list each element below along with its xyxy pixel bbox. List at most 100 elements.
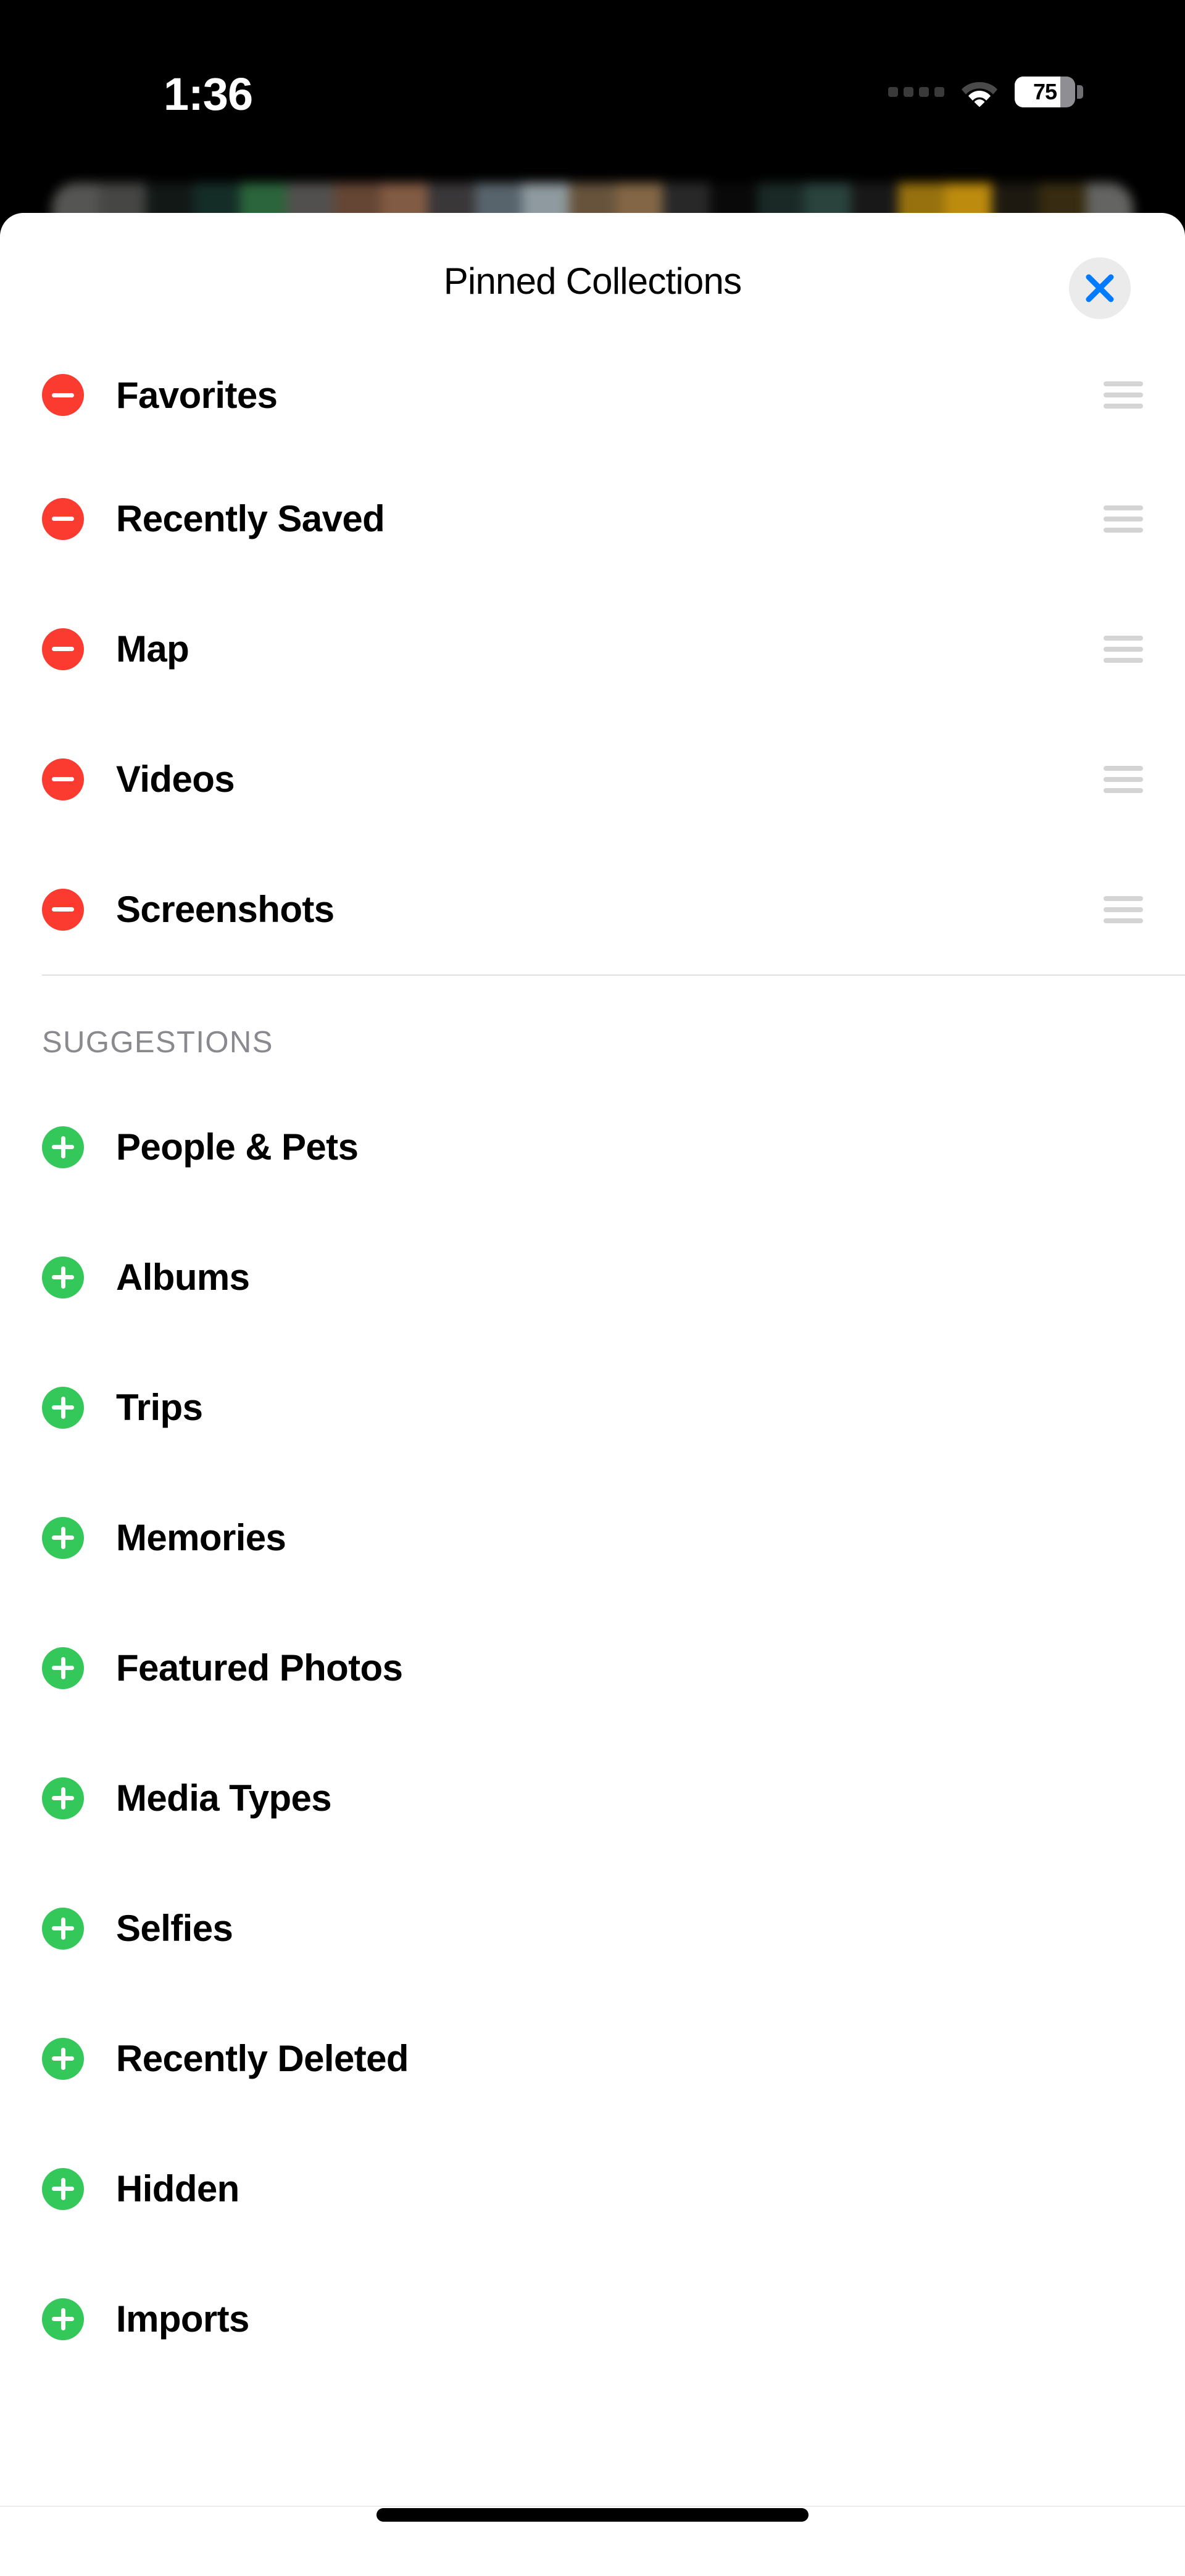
phone-screen: 1:36 75 Pinned Collections Favorites Rec… (0, 0, 1185, 2576)
plus-circle-icon[interactable] (42, 1516, 84, 1559)
minus-circle-icon[interactable] (42, 758, 84, 800)
list-item-label: Videos (116, 758, 235, 800)
icon-bar-vertical (60, 2308, 65, 2330)
list-item[interactable]: Selfies (0, 1863, 1185, 1993)
sheet-header: Pinned Collections (0, 213, 1185, 336)
bottom-divider (0, 2506, 1185, 2507)
icon-bar-vertical (60, 1266, 65, 1289)
list-item-label: Albums (116, 1257, 250, 1298)
drag-handle-line (1104, 393, 1143, 397)
plus-circle-icon[interactable] (42, 2037, 84, 2080)
page-title: Pinned Collections (443, 260, 742, 302)
drag-handle-line (1104, 907, 1143, 912)
list-item-label: Trips (116, 1387, 203, 1428)
list-item-label: Recently Deleted (116, 2038, 409, 2079)
list-item-label: Memories (116, 1517, 286, 1558)
battery-percent-label: 75 (1033, 79, 1057, 104)
list-item[interactable]: Albums (0, 1212, 1185, 1342)
list-item-label: People & Pets (116, 1126, 359, 1168)
plus-circle-icon[interactable] (42, 1647, 84, 1689)
icon-bar-vertical (60, 2177, 65, 2200)
pinned-collections-sheet: Pinned Collections Favorites Recently Sav… (0, 213, 1185, 2576)
list-item-label: Favorites (116, 374, 278, 416)
icon-bar-horizontal (52, 517, 74, 521)
plus-circle-icon[interactable] (42, 1386, 84, 1429)
list-item[interactable]: Favorites (0, 336, 1185, 454)
plus-circle-icon[interactable] (42, 2298, 84, 2340)
list-item[interactable]: Media Types (0, 1733, 1185, 1863)
battery-tip (1077, 85, 1083, 99)
list-item-label: Screenshots (116, 889, 335, 930)
list-item[interactable]: Map (0, 584, 1185, 714)
list-item[interactable]: Recently Deleted (0, 1993, 1185, 2124)
drag-handle-line (1104, 918, 1143, 923)
minus-circle-icon[interactable] (42, 628, 84, 670)
drag-handle-icon[interactable] (1104, 635, 1143, 663)
home-indicator[interactable] (376, 2508, 809, 2522)
icon-bar-vertical (60, 1396, 65, 1419)
minus-circle-icon[interactable] (42, 497, 84, 540)
suggestions-section-header: SUGGESTIONS (42, 1026, 273, 1059)
close-icon (1083, 271, 1117, 305)
battery-icon: 75 (1015, 77, 1083, 107)
cellular-bar (888, 87, 898, 97)
list-item-label: Hidden (116, 2168, 239, 2209)
drag-handle-line (1104, 895, 1143, 901)
icon-bar-vertical (60, 1787, 65, 1809)
icon-bar-vertical (60, 1656, 65, 1679)
cellular-bar (919, 87, 929, 97)
icon-bar-horizontal (52, 647, 74, 651)
list-item[interactable]: Featured Photos (0, 1603, 1185, 1733)
list-item-label: Map (116, 628, 189, 670)
minus-circle-icon[interactable] (42, 374, 84, 416)
drag-handle-line (1104, 787, 1143, 793)
list-item-label: Imports (116, 2298, 249, 2340)
list-item[interactable]: People & Pets (0, 1082, 1185, 1212)
drag-handle-icon[interactable] (1104, 765, 1143, 793)
cellular-signal-icon (888, 87, 944, 97)
status-bar-indicators: 75 (888, 77, 1083, 107)
list-item[interactable]: Trips (0, 1342, 1185, 1473)
icon-bar-horizontal (52, 907, 74, 912)
drag-handle-line (1104, 516, 1143, 521)
list-item[interactable]: Recently Saved (0, 454, 1185, 584)
pinned-collections-list: Favorites Recently Saved Map Videos Screensh… (0, 336, 1185, 974)
plus-circle-icon[interactable] (42, 1777, 84, 1819)
plus-circle-icon[interactable] (42, 1907, 84, 1950)
drag-handle-line (1104, 635, 1143, 641)
status-bar: 1:36 75 (0, 0, 1185, 179)
drag-handle-icon[interactable] (1104, 381, 1143, 409)
drag-handle-icon[interactable] (1104, 505, 1143, 533)
close-button[interactable] (1069, 257, 1131, 319)
drag-handle-line (1104, 505, 1143, 510)
list-item[interactable]: Videos (0, 714, 1185, 844)
list-item[interactable]: Memories (0, 1473, 1185, 1603)
list-item[interactable]: Imports (0, 2254, 1185, 2384)
icon-bar-vertical (60, 1136, 65, 1158)
battery-body: 75 (1015, 77, 1075, 107)
plus-circle-icon[interactable] (42, 2167, 84, 2210)
status-bar-time: 1:36 (164, 69, 253, 120)
plus-circle-icon[interactable] (42, 1126, 84, 1168)
list-item-label: Media Types (116, 1777, 332, 1819)
drag-handle-icon[interactable] (1104, 895, 1143, 923)
drag-handle-line (1104, 404, 1143, 409)
list-item-label: Selfies (116, 1908, 233, 1949)
icon-bar-vertical (60, 1526, 65, 1549)
plus-circle-icon[interactable] (42, 1256, 84, 1298)
list-item[interactable]: Screenshots (0, 844, 1185, 974)
drag-handle-line (1104, 646, 1143, 652)
icon-bar-vertical (60, 1917, 65, 1940)
cellular-bar (934, 87, 944, 97)
suggestions-list: People & Pets Albums Trips Memories Featured… (0, 1073, 1185, 2384)
minus-circle-icon[interactable] (42, 888, 84, 931)
list-item[interactable]: Hidden (0, 2124, 1185, 2254)
wifi-icon (960, 77, 999, 107)
icon-bar-horizontal (52, 777, 74, 781)
drag-handle-line (1104, 765, 1143, 771)
icon-bar-horizontal (52, 393, 74, 397)
list-item-label: Featured Photos (116, 1647, 403, 1689)
drag-handle-line (1104, 776, 1143, 782)
cellular-bar (904, 87, 913, 97)
icon-bar-vertical (60, 2047, 65, 2070)
